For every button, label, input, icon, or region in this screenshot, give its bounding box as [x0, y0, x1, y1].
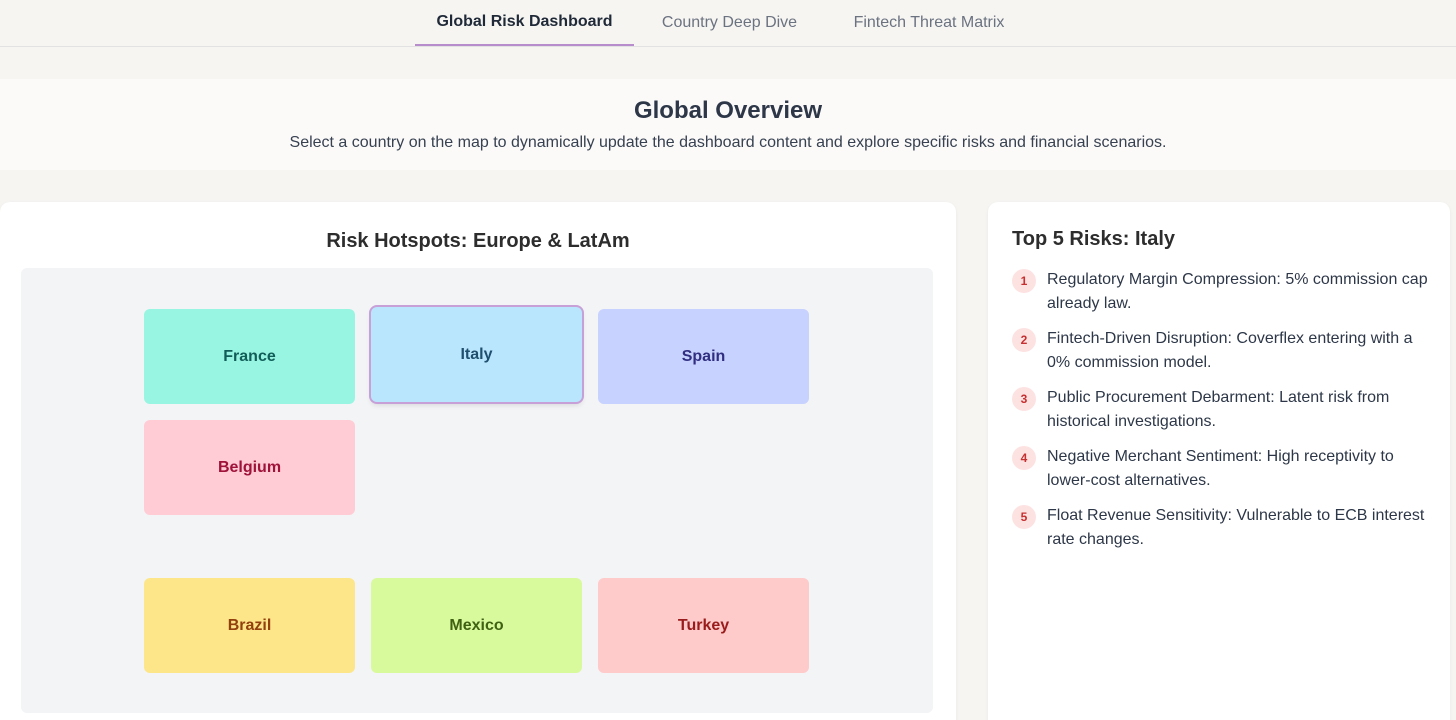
- risk-number-badge: 2: [1012, 328, 1036, 352]
- risk-text: Negative Merchant Sentiment: High recept…: [1047, 448, 1394, 489]
- risk-list: 1 Regulatory Margin Compression: 5% comm…: [1012, 268, 1428, 563]
- risk-number-badge: 3: [1012, 387, 1036, 411]
- top-risks-card: Top 5 Risks: Italy 1 Regulatory Margin C…: [988, 202, 1450, 720]
- country-mexico[interactable]: Mexico: [371, 578, 582, 673]
- tab-country-deep-dive[interactable]: Country Deep Dive: [646, 0, 813, 46]
- risk-text: Public Procurement Debarment: Latent ris…: [1047, 389, 1390, 430]
- country-brazil[interactable]: Brazil: [144, 578, 355, 673]
- risk-text: Fintech-Driven Disruption: Coverflex ent…: [1047, 330, 1413, 371]
- risk-item: 3 Public Procurement Debarment: Latent r…: [1012, 386, 1428, 434]
- risks-title: Top 5 Risks: Italy: [1012, 228, 1176, 250]
- country-france[interactable]: France: [144, 309, 355, 404]
- risk-number-badge: 4: [1012, 446, 1036, 470]
- risk-item: 2 Fintech-Driven Disruption: Coverflex e…: [1012, 327, 1428, 375]
- risk-hotspots-card: Risk Hotspots: Europe & LatAm France Ita…: [0, 202, 956, 720]
- page-description: Select a country on the map to dynamical…: [289, 134, 1167, 151]
- risk-text: Regulatory Margin Compression: 5% commis…: [1047, 271, 1428, 312]
- overview-banner: Global Overview Select a country on the …: [0, 79, 1456, 170]
- country-map: France Italy Spain Belgium Brazil Mexico…: [21, 268, 933, 713]
- risk-number-badge: 5: [1012, 505, 1036, 529]
- country-belgium[interactable]: Belgium: [144, 420, 355, 515]
- country-italy[interactable]: Italy: [371, 307, 582, 402]
- country-spain[interactable]: Spain: [598, 309, 809, 404]
- top-nav: Global Risk Dashboard Country Deep Dive …: [0, 0, 1456, 47]
- risk-text: Float Revenue Sensitivity: Vulnerable to…: [1047, 507, 1425, 548]
- risk-item: 4 Negative Merchant Sentiment: High rece…: [1012, 445, 1428, 493]
- risk-number-badge: 1: [1012, 269, 1036, 293]
- tab-global-risk-dashboard[interactable]: Global Risk Dashboard: [415, 0, 634, 46]
- risk-item: 5 Float Revenue Sensitivity: Vulnerable …: [1012, 504, 1428, 552]
- tab-fintech-threat-matrix[interactable]: Fintech Threat Matrix: [836, 0, 1022, 46]
- map-title: Risk Hotspots: Europe & LatAm: [326, 230, 630, 252]
- page-title: Global Overview: [633, 97, 823, 124]
- risk-item: 1 Regulatory Margin Compression: 5% comm…: [1012, 268, 1428, 316]
- country-turkey[interactable]: Turkey: [598, 578, 809, 673]
